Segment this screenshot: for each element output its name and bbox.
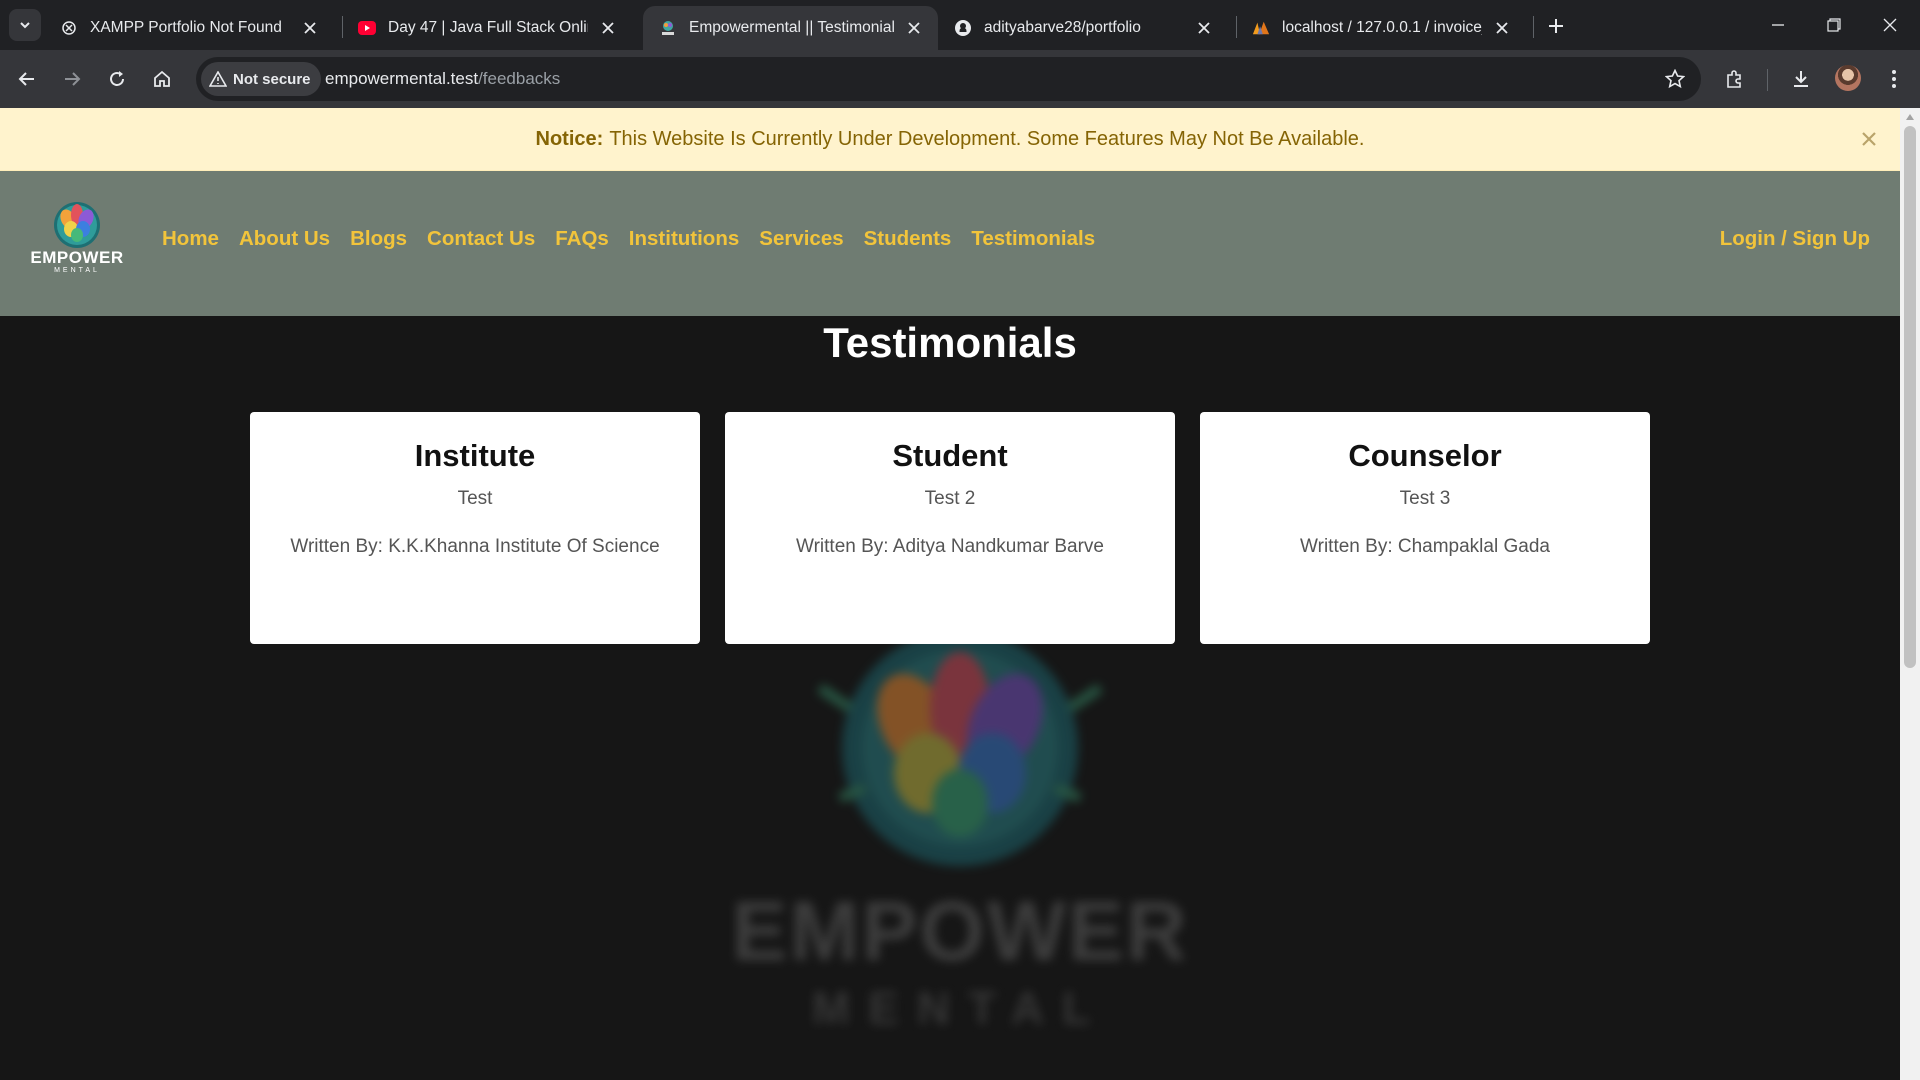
tab-search-button[interactable] — [9, 9, 41, 41]
close-icon[interactable] — [1856, 126, 1882, 152]
empowermental-favicon — [659, 19, 677, 37]
testimonial-card: Institute Test Written By: K.K.Khanna In… — [250, 412, 700, 644]
logo-text: EMPOWER — [30, 248, 124, 267]
nav-link-testimonials[interactable]: Testimonials — [971, 227, 1095, 251]
back-arrow-icon — [18, 72, 34, 86]
brain-logo-icon — [54, 202, 100, 248]
browser-toolbar: Not secure empowermental.test/feedbacks — [0, 50, 1920, 108]
minimize-button[interactable] — [1750, 0, 1806, 50]
tab-github[interactable]: adityabarve28/portfolio — [938, 6, 1228, 50]
nav-link-faqs[interactable]: FAQs — [555, 227, 609, 251]
tab-youtube[interactable]: Day 47 | Java Full Stack Online T — [342, 6, 632, 50]
page-scrollbar[interactable] — [1900, 108, 1920, 1080]
download-icon[interactable] — [1785, 63, 1817, 95]
testimonial-author: Written By: Champaklal Gada — [1300, 536, 1550, 557]
watermark-subtext: MENTAL — [811, 982, 1109, 1034]
testimonial-text: Test — [457, 488, 493, 509]
forward-arrow-icon — [65, 72, 81, 86]
close-icon — [1883, 18, 1897, 32]
url-path: /feedbacks — [478, 69, 561, 88]
notice-banner: Notice: This Website Is Currently Under … — [0, 108, 1900, 171]
testimonial-type: Counselor — [1348, 438, 1502, 473]
logo-subtext: MENTAL — [54, 267, 100, 274]
testimonial-author: Written By: Aditya Nandkumar Barve — [796, 536, 1104, 557]
page-title: Testimonials — [823, 319, 1077, 366]
notice-label: Notice: — [535, 127, 604, 150]
extensions-icon[interactable] — [1719, 63, 1751, 95]
home-icon — [154, 70, 170, 87]
profile-avatar[interactable] — [1835, 65, 1861, 91]
close-icon[interactable] — [1492, 18, 1512, 38]
tab-title: XAMPP Portfolio Not Found — [90, 19, 282, 36]
restore-button[interactable] — [1806, 0, 1862, 50]
tab-title: Empowermental || Testimonials — [689, 19, 894, 36]
page-viewport: Notice: This Website Is Currently Under … — [0, 108, 1900, 1080]
site-navbar: EMPOWER MENTAL Home About Us Blogs Conta… — [0, 171, 1900, 316]
testimonial-text: Test 3 — [1399, 488, 1451, 509]
minimize-icon — [1772, 24, 1784, 26]
home-button[interactable] — [146, 63, 178, 95]
nav-link-contact-us[interactable]: Contact Us — [427, 227, 535, 251]
scrollbar-thumb[interactable] — [1904, 126, 1916, 668]
nav-link-blogs[interactable]: Blogs — [350, 227, 407, 251]
nav-link-about-us[interactable]: About Us — [239, 227, 330, 251]
testimonial-card: Counselor Test 3 Written By: Champaklal … — [1200, 412, 1650, 644]
site-logo[interactable]: EMPOWER MENTAL — [30, 199, 124, 281]
security-label: Not secure — [233, 70, 311, 88]
bookmark-star-icon[interactable] — [1663, 67, 1687, 91]
nav-link-services[interactable]: Services — [759, 227, 843, 251]
nav-link-home[interactable]: Home — [162, 227, 219, 251]
nav-links: Home About Us Blogs Contact Us FAQs Inst… — [162, 227, 1095, 251]
browser-tabstrip: XAMPP Portfolio Not Found Day 47 | Java … — [0, 0, 1920, 50]
back-button[interactable] — [11, 63, 43, 95]
close-icon[interactable] — [904, 18, 924, 38]
testimonial-type: Student — [892, 438, 1008, 473]
close-icon[interactable] — [300, 18, 320, 38]
tab-title: localhost / 127.0.0.1 / invoice_n — [1282, 19, 1482, 36]
background-logo-watermark: EMPOWER MENTAL — [700, 628, 1220, 1080]
security-chip[interactable]: Not secure — [201, 62, 321, 96]
testimonial-text: Test 2 — [924, 488, 976, 509]
nav-link-institutions[interactable]: Institutions — [629, 227, 739, 251]
tab-phpmyadmin[interactable]: localhost / 127.0.0.1 / invoice_n — [1236, 6, 1526, 50]
close-icon[interactable] — [1194, 18, 1214, 38]
brain-logo-icon — [817, 630, 1103, 866]
reload-icon — [110, 71, 124, 86]
address-bar[interactable]: Not secure empowermental.test/feedbacks — [196, 57, 1701, 101]
notice-text: This Website Is Currently Under Developm… — [609, 127, 1365, 150]
github-icon — [954, 19, 972, 37]
login-signup-link[interactable]: Login / Sign Up — [1720, 227, 1870, 251]
warning-icon — [209, 71, 227, 87]
close-icon[interactable] — [598, 18, 618, 38]
nav-link-students[interactable]: Students — [864, 227, 952, 251]
tab-xampp[interactable]: XAMPP Portfolio Not Found — [44, 6, 334, 50]
url-host: empowermental.test — [325, 69, 479, 88]
reload-button[interactable] — [101, 63, 133, 95]
testimonial-type: Institute — [414, 438, 536, 473]
scroll-up-arrow-icon[interactable] — [1906, 114, 1914, 120]
tab-testimonials-active[interactable]: Empowermental || Testimonials — [643, 6, 938, 50]
tab-title: Day 47 | Java Full Stack Online T — [388, 19, 588, 36]
testimonial-card: Student Test 2 Written By: Aditya Nandku… — [725, 412, 1175, 644]
plus-icon — [1549, 19, 1563, 33]
tab-title: adityabarve28/portfolio — [984, 19, 1141, 36]
testimonial-author: Written By: K.K.Khanna Institute Of Scie… — [290, 536, 660, 557]
watermark-text: EMPOWER — [731, 884, 1189, 978]
xampp-icon — [60, 19, 78, 37]
more-options-icon[interactable] — [1878, 63, 1910, 95]
youtube-icon — [358, 19, 376, 37]
new-tab-button[interactable] — [1542, 12, 1570, 40]
chevron-down-icon — [20, 22, 30, 29]
url-text[interactable]: empowermental.test/feedbacks — [325, 69, 560, 89]
restore-icon — [1827, 18, 1841, 32]
forward-button[interactable] — [56, 63, 88, 95]
close-window-button[interactable] — [1862, 0, 1918, 50]
phpmyadmin-icon — [1252, 19, 1270, 37]
